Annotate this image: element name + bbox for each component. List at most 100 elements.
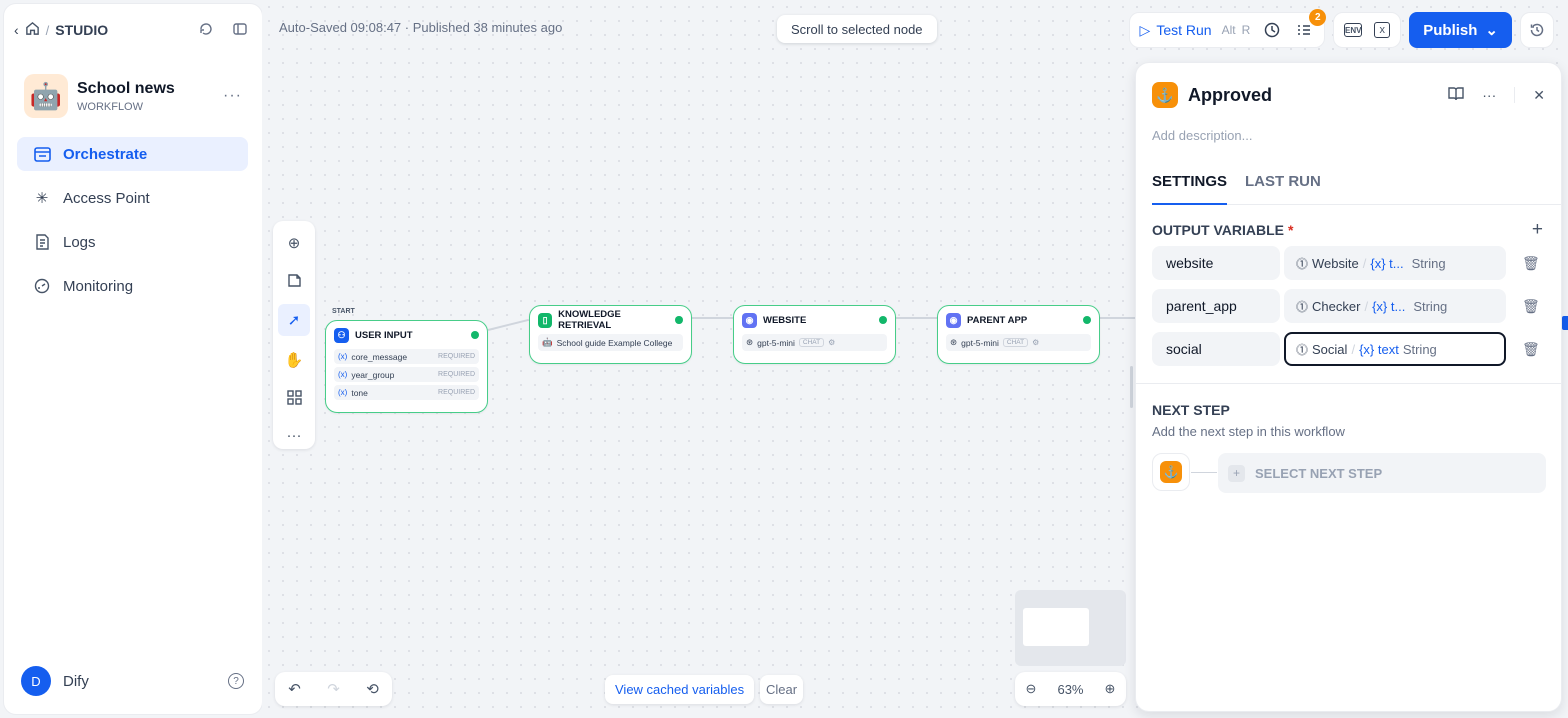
scroll-to-selected-button[interactable]: Scroll to selected node [777, 15, 937, 43]
checklist-icon[interactable]: 2 [1294, 9, 1327, 40]
delete-variable-icon[interactable]: 🗑 [1522, 298, 1540, 315]
more-options-icon[interactable]: ··· [223, 87, 242, 105]
tab-last-run[interactable]: LAST RUN [1245, 173, 1321, 205]
select-next-step-label: SELECT NEXT STEP [1255, 465, 1383, 481]
edge-website-parent [896, 317, 938, 319]
node-model-row: ⊛ gpt-5-mini CHAT ⚙ [946, 334, 1091, 351]
model-name: gpt-5-mini [757, 337, 795, 348]
minimap-viewport[interactable] [1023, 608, 1089, 646]
more-tools-icon[interactable]: ··· [278, 421, 310, 449]
hand-mode-icon[interactable]: ✋ [278, 346, 310, 374]
llm-node-icon: ⓵ [1296, 256, 1309, 271]
variable-name-input[interactable]: parent_app [1152, 289, 1280, 323]
shortcut-key-alt: Alt [1221, 23, 1236, 37]
logs-icon [33, 233, 51, 251]
node-title: USER INPUT [355, 329, 413, 341]
node-field-row: (x) year_group REQUIRED [334, 367, 479, 382]
sidebar-header: ‹ / STUDIO [14, 18, 248, 42]
node-settings-panel: ⚓ Approved ··· ✕ Add description... SETT… [1135, 62, 1562, 712]
env-variables-icon[interactable]: ENV [1344, 23, 1363, 37]
end-node-icon: ⚓ [1160, 461, 1182, 483]
undo-icon[interactable]: ↶ [288, 680, 301, 698]
shortcut-key-r: R [1241, 23, 1251, 37]
edge-knowledge-website [692, 317, 734, 319]
close-icon[interactable]: ✕ [1533, 87, 1545, 104]
collapse-sidebar-icon[interactable] [232, 21, 248, 40]
redo-icon[interactable]: ↷ [327, 680, 340, 698]
delete-variable-icon[interactable]: 🗑 [1522, 341, 1540, 358]
node-field-row: (x) tone REQUIRED [334, 385, 479, 400]
sidebar-item-monitoring[interactable]: Monitoring [17, 269, 248, 303]
autosave-status: Auto-Saved 09:08:47 · Published 38 minut… [279, 20, 563, 35]
test-run-label: Test Run [1156, 22, 1212, 38]
switch-app-icon[interactable] [198, 21, 214, 40]
clear-button[interactable]: Clear [760, 675, 804, 704]
ref-variable: {x} text [1359, 341, 1399, 357]
add-variable-icon[interactable]: + [1532, 219, 1543, 241]
panel-resize-handle[interactable] [1130, 366, 1133, 408]
panel-title[interactable]: Approved [1188, 85, 1272, 106]
field-name: core_message [351, 351, 408, 362]
node-parent-app[interactable]: ◉ PARENT APP ⊛ gpt-5-mini CHAT ⚙ [937, 305, 1100, 364]
variable-reference-select[interactable]: ⓵ Social / {x} text String [1284, 332, 1506, 366]
access-point-icon: ✳ [35, 190, 49, 207]
history-icon[interactable]: ⟲ [366, 680, 379, 698]
node-website[interactable]: ◉ WEBSITE ⊛ gpt-5-mini CHAT ⚙ [733, 305, 896, 364]
settings-icon: ⚙ [1032, 338, 1040, 347]
ref-node-name: Website [1312, 255, 1359, 271]
run-tools-group: ▷ Test Run Alt R 2 [1128, 9, 1327, 48]
end-node-icon: ⚓ [1152, 82, 1178, 108]
zoom-out-icon[interactable]: ⊖ [1026, 681, 1037, 697]
zoom-in-icon[interactable]: ⊕ [1105, 681, 1116, 697]
next-step-title: NEXT STEP [1152, 402, 1230, 418]
sidebar-item-label: Access Point [63, 189, 150, 207]
tab-settings[interactable]: SETTINGS [1152, 173, 1228, 205]
variable-name-input[interactable]: social [1152, 332, 1280, 366]
sidebar-item-access-point[interactable]: ✳ Access Point [17, 181, 248, 215]
delete-variable-icon[interactable]: 🗑 [1522, 255, 1540, 272]
variable-name-input[interactable]: website [1152, 246, 1280, 280]
sidebar-item-logs[interactable]: Logs [17, 225, 248, 259]
breadcrumb-studio[interactable]: STUDIO [55, 22, 108, 38]
breadcrumb-separator: / [45, 22, 50, 38]
run-history-icon[interactable] [1262, 20, 1282, 40]
zoom-level[interactable]: 63% [1057, 682, 1083, 697]
settings-icon: ⚙ [828, 338, 836, 347]
view-cached-variables-button[interactable]: View cached variables [605, 675, 755, 704]
chevron-down-icon: ⌄ [1485, 22, 1498, 39]
add-node-icon[interactable]: ⊕ [278, 229, 310, 257]
node-user-input[interactable]: ⚇ USER INPUT (x) core_message REQUIRED (x)… [325, 320, 488, 413]
output-variable-row: parent_app ⓵ Checker / {x} t... String 🗑 [1152, 289, 1540, 323]
user-menu[interactable]: D Dify ? [21, 666, 244, 696]
node-knowledge-retrieval[interactable]: ▯ KNOWLEDGE RETRIEVAL 🤖 School guide Exam… [529, 305, 692, 364]
dataset-name: School guide Example College [556, 337, 673, 348]
back-chevron-icon[interactable]: ‹ [14, 22, 19, 38]
publish-button[interactable]: Publish ⌄ [1409, 12, 1512, 48]
help-icon[interactable]: ? [228, 673, 244, 689]
description-input[interactable]: Add description... [1152, 128, 1252, 143]
user-input-icon: ⚇ [334, 327, 349, 343]
test-run-button[interactable]: ▷ Test Run Alt R [1140, 22, 1251, 39]
avatar[interactable]: D [21, 666, 51, 696]
section-divider [1136, 383, 1561, 384]
add-note-icon[interactable] [278, 267, 310, 295]
output-variable-row: website ⓵ Website / {x} t... String 🗑 [1152, 246, 1540, 280]
variable-reference-select[interactable]: ⓵ Checker / {x} t... String [1284, 289, 1506, 323]
version-history-icon[interactable] [1520, 12, 1554, 48]
minimap[interactable] [1015, 590, 1126, 666]
select-next-step-button[interactable]: + SELECT NEXT STEP [1218, 453, 1546, 493]
sidebar-item-orchestrate[interactable]: Orchestrate [17, 137, 248, 171]
canvas-tool-palette: ⊕ ➚ ✋ ··· [273, 221, 315, 449]
field-name: year_group [351, 369, 395, 380]
home-icon[interactable] [25, 21, 40, 39]
more-options-icon[interactable]: ··· [1482, 87, 1496, 103]
node-model-row: ⊛ gpt-5-mini CHAT ⚙ [742, 334, 887, 351]
app-name: School news [77, 79, 175, 97]
conversation-variables-icon[interactable]: x [1374, 22, 1391, 38]
pointer-mode-icon[interactable]: ➚ [278, 304, 310, 336]
organize-nodes-icon[interactable] [278, 384, 310, 412]
docs-book-icon[interactable] [1448, 86, 1464, 104]
app-type: WORKFLOW [77, 100, 143, 113]
node-dataset-row: 🤖 School guide Example College [538, 334, 683, 351]
variable-reference-select[interactable]: ⓵ Website / {x} t... String [1284, 246, 1506, 280]
